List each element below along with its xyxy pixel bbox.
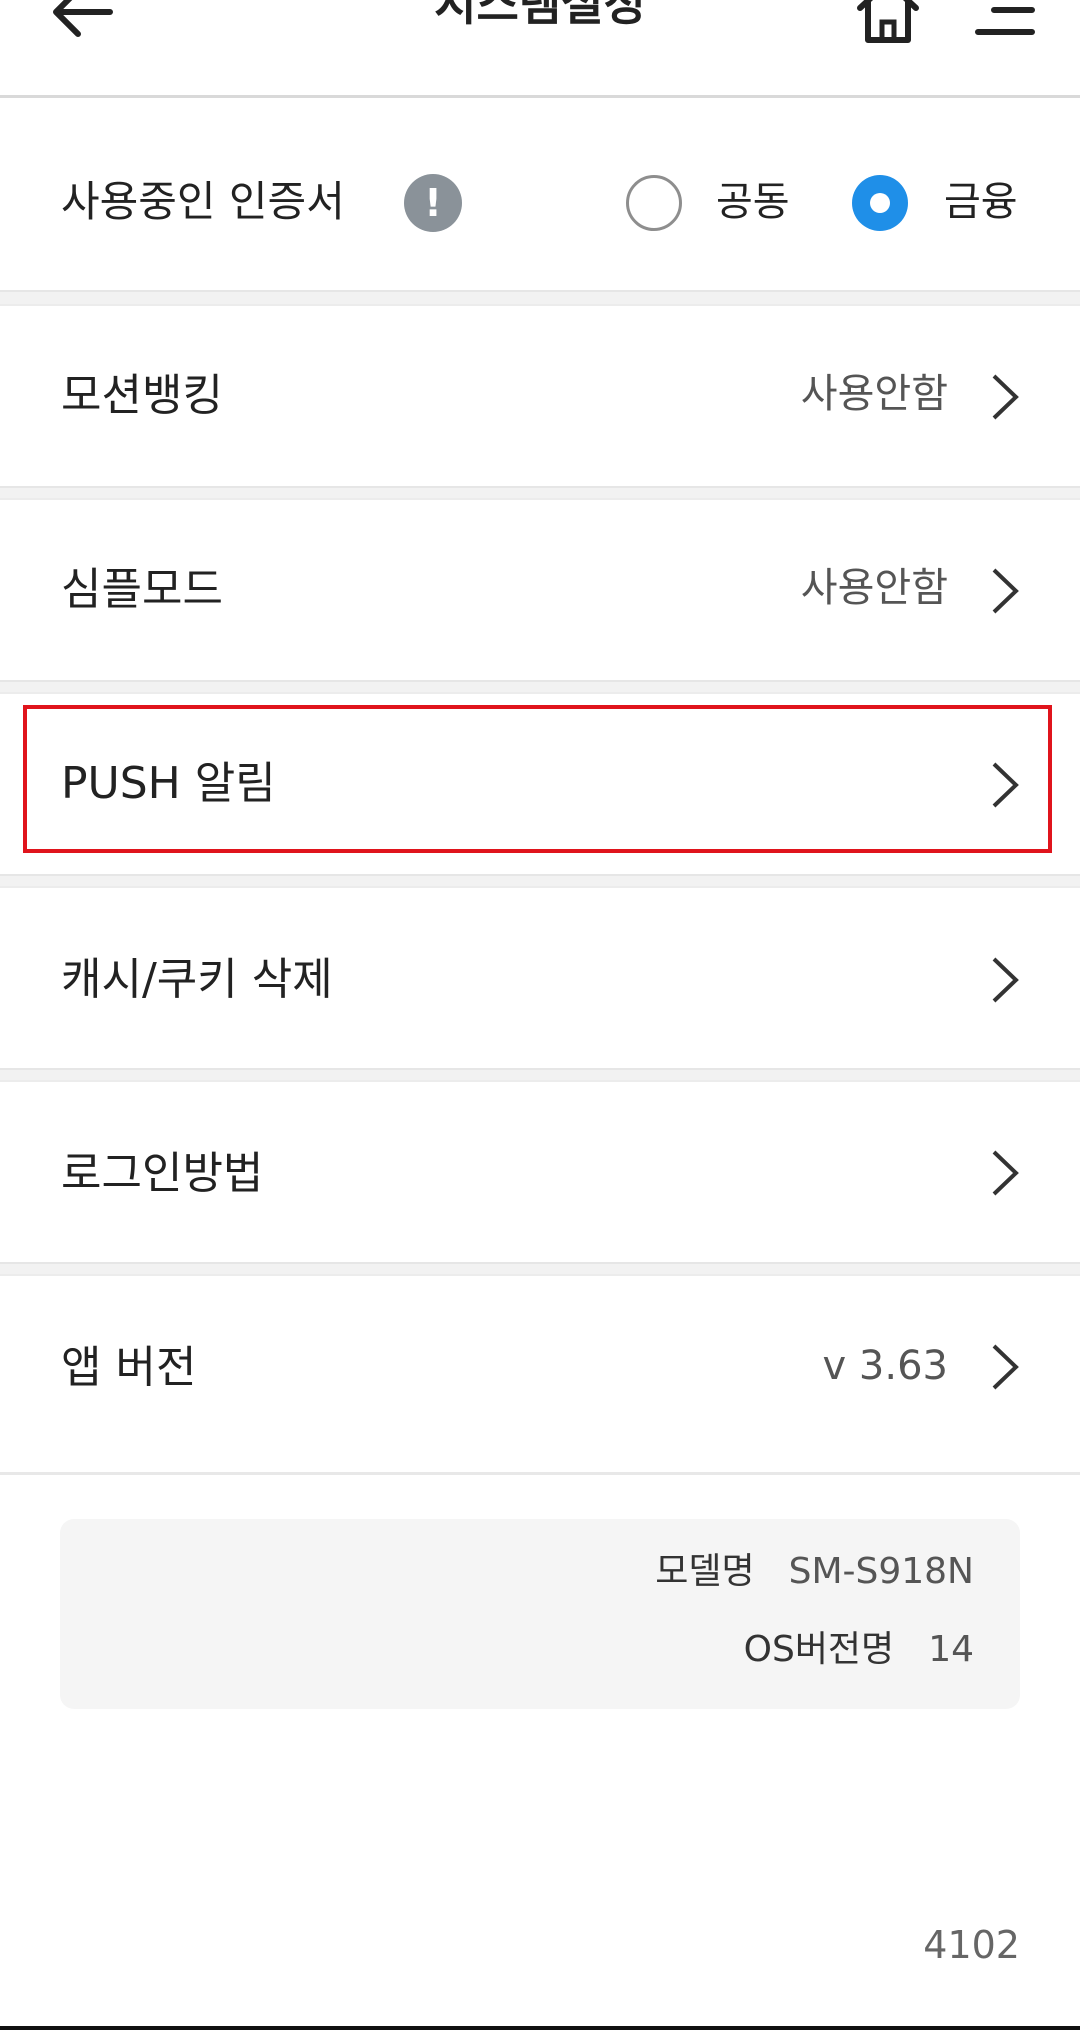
radio-joint-label[interactable]: 공동 [716, 172, 790, 232]
row-label-simple-mode: 심플모드 [61, 564, 223, 615]
divider [0, 486, 1080, 500]
divider [0, 874, 1080, 888]
row-value-motion-banking: 사용안함 [800, 371, 948, 417]
row-label-clear-cache: 캐시/쿠키 삭제 [61, 954, 333, 1005]
row-value-simple-mode: 사용안함 [800, 565, 948, 611]
menu-button[interactable] [970, 0, 1038, 50]
app-header: 시스템설정 [0, 0, 1080, 98]
divider [0, 680, 1080, 694]
certificate-label: 사용중인 인증서 [61, 177, 345, 226]
chevron-right-icon [992, 374, 1019, 420]
device-model-line: 모델명 SM-S918N [655, 1547, 974, 1597]
chevron-right-icon [992, 568, 1019, 614]
radio-financial-label[interactable]: 금융 [944, 172, 1018, 232]
os-value: 14 [928, 1629, 974, 1670]
divider [0, 290, 1080, 306]
divider [0, 1472, 1080, 1475]
info-icon[interactable]: ! [404, 174, 462, 232]
bottom-edge [0, 2026, 1080, 2030]
row-value-app-version: v 3.63 [822, 1343, 948, 1389]
radio-financial-certificate[interactable] [852, 175, 908, 231]
home-icon [857, 0, 919, 43]
row-label-motion-banking: 모션뱅킹 [61, 370, 223, 421]
model-label: 모델명 [655, 1551, 755, 1592]
home-button[interactable] [852, 0, 924, 50]
device-os-line: OS버전명 14 [744, 1625, 974, 1675]
row-label-app-version: 앱 버전 [61, 1342, 197, 1393]
os-label: OS버전명 [743, 1629, 895, 1670]
chevron-right-icon [992, 1150, 1019, 1196]
chevron-right-icon [992, 957, 1019, 1003]
model-value: SM-S918N [788, 1551, 974, 1592]
menu-icon [975, 7, 1035, 35]
divider [0, 1262, 1080, 1276]
build-number: 4102 [923, 1923, 1020, 1967]
chevron-right-icon [992, 1344, 1019, 1390]
divider [0, 1068, 1080, 1082]
device-info-box: 모델명 SM-S918N OS버전명 14 [60, 1519, 1020, 1709]
radio-joint-certificate[interactable] [626, 175, 682, 231]
row-label-login-method: 로그인방법 [61, 1148, 264, 1199]
highlight-box [23, 705, 1052, 853]
